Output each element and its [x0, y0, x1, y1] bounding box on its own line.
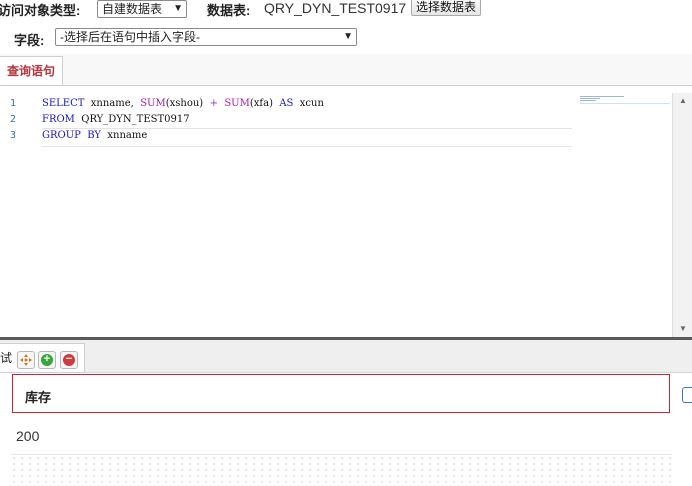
sql-identifier: xcun	[299, 98, 324, 109]
sql-identifier: xnname,	[90, 98, 134, 109]
column-header-label: 库存	[25, 390, 52, 405]
select-table-button[interactable]: 选择数据表	[411, 0, 482, 16]
sql-keyword: GROUP	[42, 130, 81, 141]
sql-operator: +	[209, 98, 218, 109]
empty-grid-area	[10, 455, 672, 486]
code-line-3: GROUP BY xnname	[42, 130, 147, 141]
sql-argument: (xshou)	[165, 98, 204, 109]
editor-minimap[interactable]	[580, 95, 670, 104]
sql-keyword: AS	[279, 98, 294, 109]
move-icon[interactable]	[17, 351, 35, 369]
scroll-down-icon[interactable]: ▼	[673, 321, 692, 337]
table-cell: 200	[16, 428, 40, 444]
remove-icon[interactable]: −	[60, 351, 78, 369]
sql-identifier: xnname	[107, 130, 148, 141]
table-label: 数据表:	[207, 3, 251, 18]
field-select[interactable]: -选择后在语句中插入字段- ▼	[55, 28, 357, 46]
table-name: QRY_DYN_TEST0917	[264, 0, 407, 16]
code-line-2: FROM QRY_DYN_TEST0917	[42, 114, 190, 125]
add-icon[interactable]: +	[38, 351, 56, 369]
access-type-label: 访问对象类型:	[0, 3, 81, 18]
tab-query-statement[interactable]: 查询语句	[0, 56, 63, 85]
sql-argument: (xfa)	[249, 98, 273, 109]
lower-tab-bar	[0, 340, 692, 373]
sql-identifier: QRY_DYN_TEST0917	[81, 114, 190, 125]
sql-keyword: BY	[87, 130, 102, 141]
panel-edge-icon[interactable]	[682, 387, 692, 403]
sql-keyword: FROM	[42, 114, 75, 125]
line-number: 1	[10, 98, 17, 109]
field-select-value: -选择后在语句中插入字段-	[60, 30, 200, 44]
sql-function: SUM	[140, 98, 166, 109]
sql-editor[interactable]: 1 2 3 SELECT xnname, SUM(xshou) + SUM(xf…	[0, 93, 672, 337]
line-number: 2	[10, 114, 17, 125]
dropdown-arrow-icon: ▼	[173, 3, 183, 14]
field-label: 字段:	[14, 33, 45, 48]
tab-bar	[0, 54, 692, 86]
access-type-value: 自建数据表	[102, 2, 163, 16]
dropdown-arrow-icon: ▼	[343, 31, 353, 42]
scroll-up-icon[interactable]: ▲	[673, 93, 692, 109]
code-line-1: SELECT xnname, SUM(xshou) + SUM(xfa) AS …	[42, 98, 324, 109]
sql-function: SUM	[224, 98, 250, 109]
access-type-select[interactable]: 自建数据表 ▼	[97, 0, 187, 18]
line-number: 3	[10, 130, 17, 141]
table-row[interactable]: 200	[10, 414, 672, 455]
editor-scrollbar[interactable]: ▲ ▼	[672, 93, 692, 337]
result-column-header[interactable]: 库存	[12, 374, 670, 413]
sql-keyword: SELECT	[42, 98, 85, 109]
tab-test-label: 试	[0, 351, 13, 365]
